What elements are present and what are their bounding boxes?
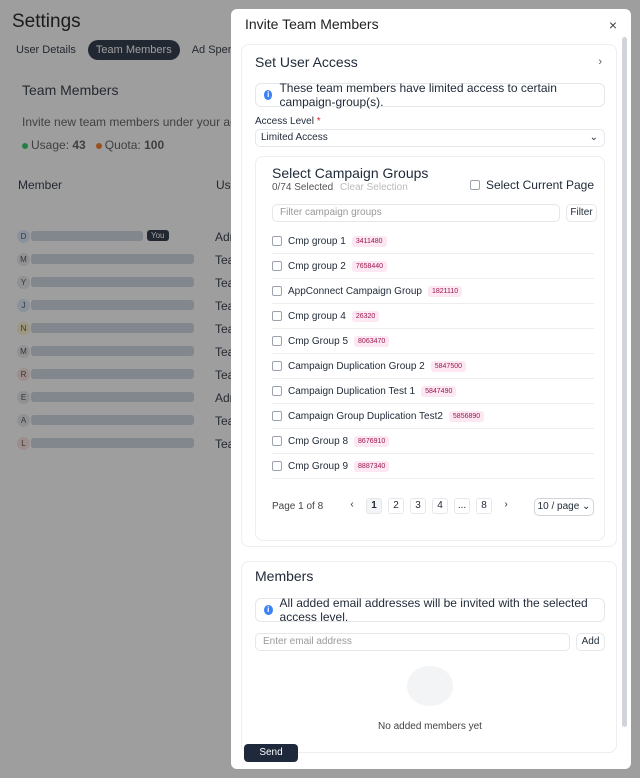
campaign-group-id-badge: 5856890 [448, 410, 485, 422]
campaign-group-name: AppConnect Campaign Group [288, 285, 422, 297]
chevron-down-icon: ⌄ [589, 132, 598, 143]
required-mark: * [316, 116, 321, 127]
members-card: Members i All added email addresses will… [241, 561, 617, 753]
page-button[interactable]: 2 [388, 498, 404, 514]
campaign-group-name: Campaign Group Duplication Test2 [288, 410, 443, 422]
pagination: Page 1 of 8 ‹ 1 2 3 4... 8 › 10 / page ⌄ [272, 498, 594, 516]
info-icon: i [264, 605, 273, 615]
set-user-access-card: Set User Access › i These team members h… [241, 44, 617, 547]
campaign-group-name: Cmp Group 9 [288, 460, 349, 472]
campaign-group-id-badge: 8063470 [354, 335, 390, 347]
chevron-right-icon[interactable]: › [598, 56, 602, 68]
campaign-group-checkbox[interactable] [272, 286, 282, 296]
campaign-group-checkbox[interactable] [272, 386, 282, 396]
select-page-checkbox[interactable] [469, 180, 480, 190]
campaign-group-row[interactable]: Cmp Group 8 8676910 [272, 429, 594, 454]
campaign-group-checkbox[interactable] [272, 336, 282, 346]
campaign-group-checkbox[interactable] [272, 261, 282, 271]
campaign-group-id-badge: 8676910 [354, 435, 390, 447]
page-info: Page 1 of 8 [272, 501, 324, 512]
access-level-label: Access Level * [255, 116, 321, 127]
next-page-icon[interactable]: › [498, 498, 514, 514]
campaign-group-row[interactable]: Cmp group 2 7658440 [272, 254, 594, 279]
campaign-group-name: Cmp group 1 [288, 235, 346, 247]
campaign-group-checkbox[interactable] [272, 361, 282, 371]
campaign-group-row[interactable]: AppConnect Campaign Group 1821110 [272, 279, 594, 304]
page-button[interactable]: 3 [410, 498, 426, 514]
campaign-group-row[interactable]: Cmp group 1 3411480 [272, 229, 594, 254]
campaign-group-id-badge: 5847490 [421, 385, 457, 397]
access-info-box: i These team members have limited access… [255, 81, 605, 109]
per-page-value: 10 / page [537, 501, 580, 512]
per-page-select[interactable]: 10 / page ⌄ [534, 498, 594, 516]
campaign-group-row[interactable]: Cmp Group 5 8063470 [272, 329, 594, 354]
campaign-group-checkbox[interactable] [272, 236, 282, 246]
campaign-group-checkbox[interactable] [272, 461, 282, 471]
campaign-group-checkbox[interactable] [272, 436, 282, 446]
close-icon[interactable]: × [609, 17, 617, 33]
campaign-group-row[interactable]: Campaign Group Duplication Test2 5856890 [272, 404, 594, 429]
campaign-group-row[interactable]: Cmp group 4 26320 [272, 304, 594, 329]
access-level-select[interactable]: Limited Access ⌄ [255, 129, 605, 147]
access-level-value: Limited Access [261, 132, 328, 143]
members-title: Members [255, 568, 314, 584]
page-button[interactable]: ... [454, 498, 470, 514]
campaign-group-id-badge: 26320 [351, 310, 380, 322]
select-current-page[interactable]: Select Current Page [469, 178, 594, 192]
access-info-text: These team members have limited access t… [279, 81, 557, 109]
campaign-group-row[interactable]: Campaign Duplication Group 2 5847500 [272, 354, 594, 379]
campaign-group-id-badge: 5847500 [430, 360, 467, 372]
page-button[interactable]: 4 [432, 498, 448, 514]
empty-members-text: No added members yet [378, 721, 482, 732]
campaign-group-name: Cmp group 2 [288, 260, 346, 272]
members-info-box: i All added email addresses will be invi… [255, 596, 605, 624]
add-email-button[interactable]: Add [576, 633, 605, 651]
send-invites-button[interactable]: Send Invites [244, 744, 298, 769]
campaign-group-checkbox[interactable] [272, 411, 282, 421]
campaign-group-name: Cmp Group 8 [288, 435, 349, 447]
campaign-group-id-badge: 7658440 [351, 260, 388, 272]
modal-scrollbar[interactable] [622, 37, 627, 727]
campaign-group-name: Cmp group 4 [288, 310, 346, 322]
campaign-groups-card: Select Campaign Groups 0/74 Selected Cle… [255, 156, 605, 541]
campaign-group-checkbox[interactable] [272, 311, 282, 321]
clear-selection-link[interactable]: Clear Selection [340, 182, 408, 193]
email-input[interactable]: Enter email address [255, 633, 570, 651]
info-icon: i [264, 90, 273, 100]
set-user-access-title: Set User Access [255, 54, 358, 70]
campaign-group-name: Campaign Duplication Group 2 [288, 360, 425, 372]
select-page-label: Select Current Page [485, 178, 594, 192]
members-info-text: All added email addresses will be invite… [279, 596, 588, 624]
empty-members-icon [407, 666, 453, 706]
modal-title: Invite Team Members [245, 16, 379, 32]
campaign-group-name: Cmp Group 5 [288, 335, 349, 347]
selection-status: 0/74 Selected Clear Selection [272, 182, 408, 193]
chevron-down-icon: ⌄ [582, 501, 591, 512]
selected-count: 0/74 Selected [272, 182, 334, 193]
page-buttons: ‹ 1 2 3 4... 8 › [344, 498, 514, 514]
campaign-group-id-badge: 1821110 [427, 285, 463, 297]
campaign-group-name: Campaign Duplication Test 1 [288, 385, 416, 397]
campaign-group-row[interactable]: Cmp Group 9 8887340 [272, 454, 594, 479]
campaign-group-row[interactable]: Campaign Duplication Test 1 5847490 [272, 379, 594, 404]
prev-page-icon[interactable]: ‹ [344, 498, 360, 514]
page-button[interactable]: 8 [476, 498, 492, 514]
page-button[interactable]: 1 [366, 498, 382, 514]
campaign-group-id-badge: 3411480 [351, 235, 387, 247]
access-level-label-text: Access Level [255, 116, 314, 127]
campaign-group-id-badge: 8887340 [354, 460, 390, 472]
invite-modal: Invite Team Members × Set User Access › … [231, 9, 631, 769]
filter-button[interactable]: Filter [566, 204, 597, 222]
filter-input[interactable]: Filter campaign groups [272, 204, 560, 222]
campaign-groups-title: Select Campaign Groups [272, 165, 429, 181]
